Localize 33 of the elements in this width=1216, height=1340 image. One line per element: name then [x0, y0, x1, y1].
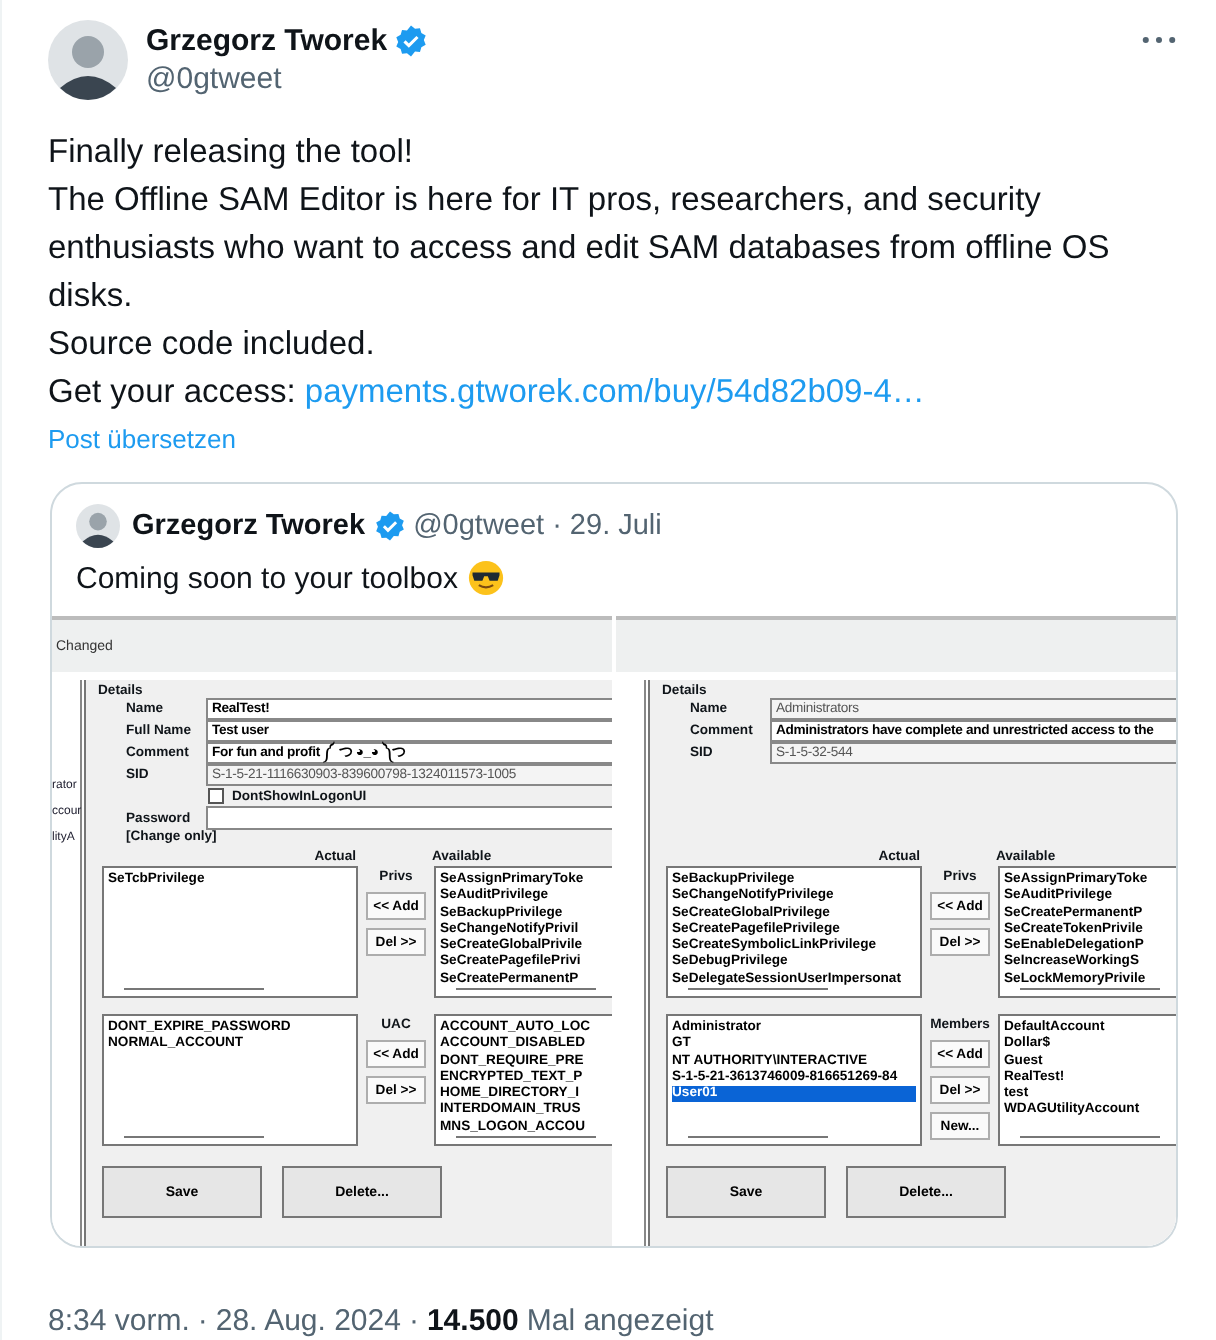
avatar-icon[interactable] [48, 20, 128, 100]
scrollbar[interactable] [1020, 1136, 1160, 1138]
scrollbar[interactable] [456, 1136, 596, 1138]
post-text: Get your access: [48, 374, 296, 410]
author-handle[interactable]: @0gtweet [146, 62, 428, 96]
post-date[interactable]: 28. Aug. 2024 [215, 1304, 401, 1338]
separator-dot: · [408, 1304, 419, 1338]
quoted-post-card[interactable] [50, 482, 1178, 1248]
scrollbar[interactable] [688, 988, 828, 990]
avatar-icon [76, 504, 120, 548]
more-icon[interactable] [1142, 36, 1176, 44]
separator-dot: · [197, 1304, 208, 1338]
scrollbar[interactable] [688, 1136, 828, 1138]
quoted-post-text: Coming soon to your toolbox [76, 561, 458, 595]
post-text: The Offline SAM Editor is here for IT pros, researchers, and security enthusiasts who want to access and edit SAM databases from offline OS disks. [48, 180, 1112, 318]
scrollbar[interactable] [124, 988, 264, 990]
author-name[interactable]: Grzegorz Tworek [146, 24, 388, 58]
sunglasses-face-icon [467, 560, 504, 596]
password-field[interactable] [206, 806, 612, 830]
post-text: Finally releasing the tool! [48, 132, 416, 174]
scrollbar[interactable] [1020, 988, 1160, 990]
checkbox[interactable] [208, 788, 224, 804]
views-label: Mal angezeigt [526, 1304, 714, 1338]
author-name: Grzegorz Tworek [132, 510, 366, 542]
post-text: Source code included. [48, 324, 377, 366]
scrollbar[interactable] [124, 1136, 264, 1138]
post-time[interactable]: 8:34 vorm. [48, 1304, 190, 1338]
author-handle: @0gtweet [413, 510, 545, 542]
post-date: · 29. Juli [552, 510, 662, 542]
verified-badge-icon [373, 510, 406, 542]
view-count: 14.500 [426, 1304, 519, 1338]
scrollbar[interactable] [456, 988, 596, 990]
verified-badge-icon [393, 24, 428, 58]
